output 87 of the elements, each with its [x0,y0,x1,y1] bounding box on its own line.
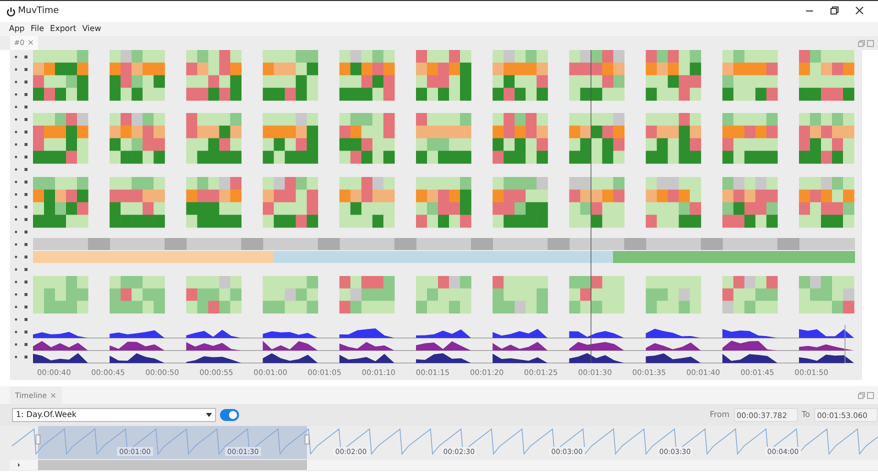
power-icon [6,6,16,16]
heatmap-drawing [186,177,242,228]
row-control-icon[interactable] [14,168,28,171]
heatmap-drawing [722,113,778,164]
close-icon [855,6,864,16]
heatmap-drawing [646,50,702,101]
row-control-icon[interactable] [14,318,28,321]
row-control-icon[interactable] [14,93,28,96]
row-control-icon[interactable] [14,106,28,108]
row-control-icon[interactable] [14,56,28,58]
heatmap-drawing [416,177,472,228]
heatmap-drawing [262,177,318,228]
heatmap-drawing [262,113,318,164]
from-label: From [710,409,730,421]
heatmap-drawing [646,276,702,314]
heatmap-drawing [33,50,88,101]
variable-dropdown[interactable]: 1: Day.Of.Week [12,408,216,422]
heatmap-drawing [799,50,854,101]
heatmap-drawing [722,177,778,228]
heatmap-drawing [33,276,88,314]
row-control-icon[interactable] [14,230,28,234]
restore-icon [830,6,839,16]
heatmap-drawing [799,177,854,228]
heatmap-drawing [492,113,548,164]
heatmap-drawing [646,177,702,228]
heatmap-drawing [569,276,624,314]
heatmap-drawing [492,276,548,314]
row-control-icon[interactable] [14,206,28,208]
heatmap-drawing [569,113,624,164]
heatmap-drawing [110,276,165,314]
heatmap-drawing [262,276,318,314]
heatmap-drawing [416,50,472,101]
heatmap-drawing [722,50,778,101]
toggle-switch[interactable] [220,409,239,421]
row-control-icon[interactable] [14,306,28,308]
range-handle[interactable] [36,434,40,444]
heatmap-drawing [339,50,395,101]
row-control-icon[interactable] [14,330,28,334]
row-control-icon[interactable] [14,280,28,284]
row-control-icon[interactable] [14,130,28,134]
row-control-icon[interactable] [14,156,28,158]
heatmap-drawing [646,113,702,164]
axis-line [844,324,846,364]
heatmap-drawing [492,177,548,228]
heatmap-drawing [339,276,395,314]
heatmap-drawing [722,276,778,314]
row-control-icon[interactable] [14,218,28,221]
row-control-icon[interactable] [14,80,28,84]
row-control-icon[interactable] [14,143,28,146]
heatmap-drawing [110,177,165,228]
heatmap-drawing [186,50,242,101]
menu-item[interactable]: Export [47,22,80,36]
row-control-icon[interactable] [14,293,28,296]
heatmap-drawing [416,113,472,164]
menu-item[interactable]: View [79,22,104,36]
scroll-left-icon[interactable] [18,463,20,467]
heatmap-drawing [799,276,854,314]
heatmap-drawing [110,113,165,164]
heatmap-drawing [569,50,624,101]
heatmap-drawing [33,177,88,228]
to-label: To [802,409,810,421]
heatmap-drawing [799,113,854,164]
caret-icon [206,412,212,418]
heatmap-drawing [186,276,242,314]
row-control-icon[interactable] [14,343,28,346]
window-title: MuvTime [18,4,59,18]
heatmap-drawing [33,113,88,164]
menu-item[interactable]: File [28,22,48,36]
row-control-icon[interactable] [14,356,28,358]
row-control-icon[interactable] [14,256,28,258]
row-control-icon[interactable] [14,68,28,71]
heatmap-drawing [339,177,395,228]
heatmap-drawing [186,113,242,164]
heatmap-drawing [262,50,318,101]
heatmap-drawing [110,50,165,101]
range-handle[interactable] [304,434,310,444]
scrollbar-thumb[interactable] [38,460,307,470]
heatmap-drawing [492,50,548,101]
row-control-icon[interactable] [14,193,28,196]
row-control-icon[interactable] [14,268,28,271]
heatmap-drawing [339,113,395,164]
menu-item[interactable]: App [6,22,28,36]
row-control-icon[interactable] [14,180,28,184]
heatmap-drawing [569,177,624,228]
row-control-icon[interactable] [14,118,28,121]
heatmap-drawing [416,276,472,314]
row-control-icon[interactable] [14,243,28,246]
